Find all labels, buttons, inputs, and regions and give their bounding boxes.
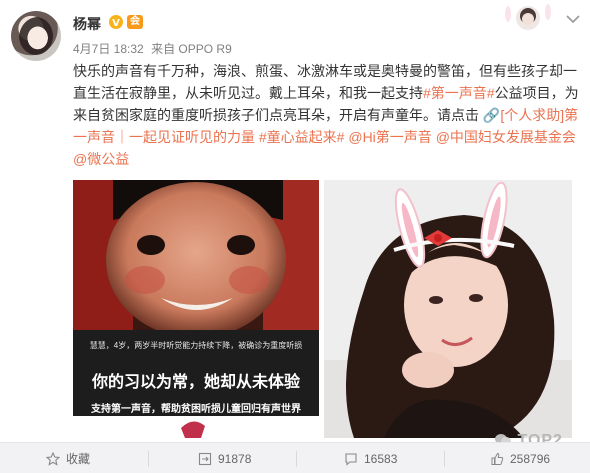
like-count: 258796 xyxy=(510,451,551,466)
comment-count: 16583 xyxy=(364,451,398,466)
comment-button[interactable]: 16583 xyxy=(344,443,397,473)
mention-link-2[interactable]: @中国妇女发展基金会 xyxy=(436,129,576,145)
image-caption-small: 慧慧，4岁，两岁半时听觉能力持续下降，被确诊为重度听损 xyxy=(89,341,303,350)
image-caption-headline: 你的习以为常，她却从未体验 xyxy=(91,374,300,391)
avatar[interactable] xyxy=(11,11,61,61)
post-body: 快乐的声音有千万种，海浪、煎蛋、冰激淋车或是奥特曼的警笛，但有些孩子却一直生活在… xyxy=(73,60,581,170)
divider xyxy=(296,451,297,467)
verified-icon: V xyxy=(109,15,123,29)
post-image-left[interactable]: 慧慧，4岁，两岁半时听觉能力持续下降，被确诊为重度听损 你的习以为常，她却从未体… xyxy=(73,180,319,438)
like-button[interactable]: 258796 xyxy=(490,443,550,473)
action-bar: 收藏 91878 16583 258796 xyxy=(0,442,590,473)
comment-icon xyxy=(345,452,357,466)
portrait-photo xyxy=(324,180,572,438)
post-image-right[interactable] xyxy=(324,180,572,438)
favorite-label: 收藏 xyxy=(66,452,91,466)
hashtag-link-2[interactable]: #童心益起来# xyxy=(259,129,345,145)
post-meta: 4月7日 18:32 来自 OPPO R9 xyxy=(73,40,236,57)
image-caption-subline: 支持第一声音，帮助贫困听损儿童回归有声世界 xyxy=(91,404,301,415)
repost-count: 91878 xyxy=(218,451,252,466)
chevron-down-icon[interactable] xyxy=(566,14,580,24)
post-date[interactable]: 4月7日 18:32 xyxy=(73,42,144,56)
star-icon xyxy=(46,451,60,466)
avatar-face xyxy=(19,17,53,55)
repost-icon xyxy=(198,452,212,465)
repost-button[interactable]: 91878 xyxy=(198,443,251,473)
svg-text:V: V xyxy=(112,18,120,29)
member-icon: 会 xyxy=(127,15,143,29)
divider xyxy=(444,451,445,467)
hashtag-link-1[interactable]: #第一声音# xyxy=(423,85,495,101)
favorite-button[interactable]: 收藏 xyxy=(46,443,90,473)
username[interactable]: 杨幂 xyxy=(73,14,101,34)
thumbs-up-icon xyxy=(491,452,504,465)
post-source: 来自 OPPO R9 xyxy=(151,42,232,56)
mention-link-3[interactable]: @微公益 xyxy=(73,151,129,167)
mention-link-1[interactable]: @Hi第一声音 xyxy=(348,129,431,145)
profile-card-decoration-icon xyxy=(505,4,551,30)
divider xyxy=(148,451,149,467)
